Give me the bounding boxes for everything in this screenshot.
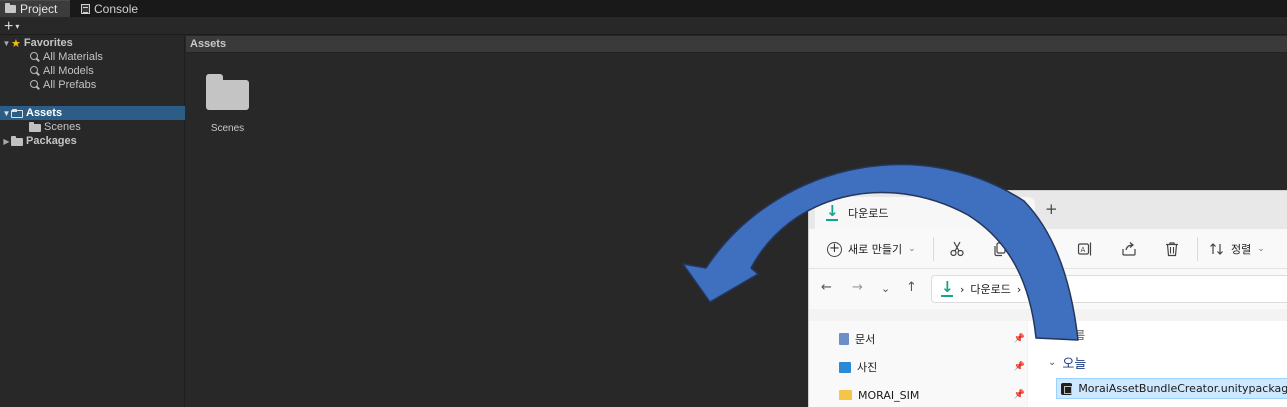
- console-icon: [81, 3, 90, 14]
- explorer-tab-downloads[interactable]: 다운로드: [815, 197, 1035, 229]
- open-folder-icon: [11, 109, 23, 118]
- folder-icon: [839, 390, 852, 400]
- nav-item-documents[interactable]: 문서 📌: [839, 329, 1025, 349]
- tree-item-all-materials[interactable]: All Materials: [0, 50, 185, 64]
- rename-button[interactable]: A: [1077, 239, 1093, 259]
- delete-button[interactable]: [1164, 239, 1180, 259]
- sort-button[interactable]: 정렬 ⌄: [1209, 239, 1265, 259]
- expand-arrow-icon[interactable]: ▼: [2, 109, 11, 118]
- explorer-address-row: ← → ⌄ ↑ › 다운로드 ›: [809, 269, 1287, 309]
- tree-item-favorites[interactable]: ▼ ★ Favorites: [0, 36, 185, 50]
- breadcrumb-label[interactable]: Assets: [190, 38, 226, 50]
- group-header-today[interactable]: ⌄ 오늘: [1048, 353, 1086, 372]
- document-icon: [839, 333, 849, 345]
- explorer-file-list: 름 ⌄ 오늘 MoraiAssetBundleCreator.unitypack…: [1028, 321, 1287, 407]
- star-icon: ★: [11, 37, 21, 50]
- trash-icon: [1166, 242, 1178, 257]
- explorer-tab-bar: 다운로드 +: [809, 191, 1287, 229]
- pin-icon[interactable]: 📌: [1014, 362, 1025, 372]
- explorer-tab-label: 다운로드: [848, 207, 889, 220]
- plus-icon: +: [4, 18, 14, 35]
- folder-icon: [5, 3, 16, 13]
- tree-item-label: Scenes: [44, 121, 81, 133]
- chevron-down-icon: ⌄: [908, 244, 916, 254]
- asset-item-label[interactable]: Scenes: [206, 123, 249, 134]
- share-button[interactable]: [1121, 239, 1137, 259]
- sort-icon: [1210, 243, 1223, 255]
- new-button-label: 새로 만들기: [848, 243, 903, 256]
- up-arrow-icon[interactable]: ↑: [906, 280, 917, 295]
- search-icon: [29, 80, 39, 90]
- tree-item-label: All Prefabs: [43, 79, 97, 91]
- tree-item-scenes[interactable]: Scenes: [0, 120, 185, 134]
- download-icon: [940, 278, 954, 297]
- recent-locations-icon[interactable]: ⌄: [881, 282, 890, 295]
- scissors-icon: [950, 241, 964, 257]
- tab-project[interactable]: Project: [0, 0, 70, 17]
- tree-item-all-models[interactable]: All Models: [0, 64, 185, 78]
- unity-package-icon: [1061, 382, 1073, 395]
- pin-icon[interactable]: 📌: [1014, 334, 1025, 344]
- folder-icon: [29, 122, 41, 132]
- sort-button-label: 정렬: [1231, 243, 1252, 256]
- project-toolbar: + ▾: [0, 18, 1287, 35]
- new-button[interactable]: + 새로 만들기 ⌄: [827, 239, 916, 259]
- tree-item-packages[interactable]: ▶ Packages: [0, 134, 185, 148]
- tree-item-label: Assets: [26, 107, 63, 119]
- download-icon: [825, 202, 839, 221]
- explorer-nav-pane: 문서 📌 사진 📌 MORAI_SIM 📌: [809, 321, 1027, 407]
- caret-down-icon: ▾: [15, 22, 20, 31]
- picture-icon: [839, 361, 851, 373]
- folder-icon: [11, 136, 23, 146]
- expand-arrow-icon[interactable]: ▶: [2, 137, 11, 146]
- back-arrow-icon[interactable]: ←: [821, 280, 832, 295]
- breadcrumb-downloads[interactable]: 다운로드: [970, 281, 1010, 297]
- explorer-command-bar: + 새로 만들기 ⌄ A 정렬 ⌄: [809, 229, 1287, 269]
- file-explorer-window: 다운로드 + + 새로 만들기 ⌄ A: [808, 190, 1287, 407]
- column-header-name[interactable]: 름: [1075, 327, 1085, 343]
- tree-item-all-prefabs[interactable]: All Prefabs: [0, 78, 185, 92]
- address-bar[interactable]: › 다운로드 ›: [931, 275, 1287, 303]
- plus-circle-icon: +: [827, 241, 842, 257]
- divider: [1197, 237, 1198, 261]
- project-tree: ▼ ★ Favorites All Materials All Models A…: [0, 36, 185, 407]
- nav-item-morai-sim[interactable]: MORAI_SIM 📌: [839, 385, 1025, 405]
- file-row[interactable]: MoraiAssetBundleCreator.unitypackage: [1056, 378, 1287, 399]
- copy-icon: [994, 242, 1006, 257]
- rename-icon: A: [1077, 242, 1092, 256]
- folder-icon[interactable]: [206, 74, 249, 110]
- tree-item-label: Packages: [26, 135, 77, 147]
- nav-item-label: 문서: [855, 333, 876, 346]
- tree-item-label: Favorites: [23, 37, 73, 49]
- expand-arrow-icon[interactable]: ▼: [2, 39, 11, 48]
- tree-item-label: All Models: [43, 65, 94, 77]
- tab-console-label: Console: [94, 1, 139, 16]
- pin-icon[interactable]: 📌: [1014, 390, 1025, 400]
- group-label: 오늘: [1062, 357, 1087, 372]
- search-icon: [29, 66, 39, 76]
- nav-item-label: 사진: [857, 361, 878, 374]
- create-button[interactable]: + ▾: [4, 18, 19, 35]
- nav-item-pictures[interactable]: 사진 📌: [839, 357, 1025, 377]
- chevron-down-icon: ⌄: [1048, 357, 1057, 368]
- tab-console[interactable]: Console: [76, 0, 146, 17]
- file-name: MoraiAssetBundleCreator.unitypackage: [1078, 382, 1287, 395]
- breadcrumb-chevron-icon[interactable]: ›: [1017, 283, 1021, 296]
- svg-text:A: A: [1081, 246, 1086, 254]
- forward-arrow-icon[interactable]: →: [852, 280, 863, 295]
- search-icon: [29, 52, 39, 62]
- share-icon: [1122, 242, 1136, 256]
- tab-project-label: Project: [20, 2, 58, 16]
- nav-item-label: MORAI_SIM: [858, 388, 920, 402]
- assets-breadcrumb: Assets: [186, 36, 1287, 53]
- cut-button[interactable]: [949, 239, 965, 259]
- copy-button[interactable]: [992, 239, 1008, 259]
- chevron-down-icon: ⌄: [1257, 244, 1265, 254]
- editor-tab-strip: Project Console: [0, 0, 1287, 17]
- divider: [933, 237, 934, 261]
- new-tab-button[interactable]: +: [1045, 200, 1058, 218]
- tree-item-label: All Materials: [43, 51, 103, 63]
- breadcrumb-chevron-icon[interactable]: ›: [960, 283, 964, 296]
- tree-item-assets[interactable]: ▼ Assets: [0, 106, 185, 120]
